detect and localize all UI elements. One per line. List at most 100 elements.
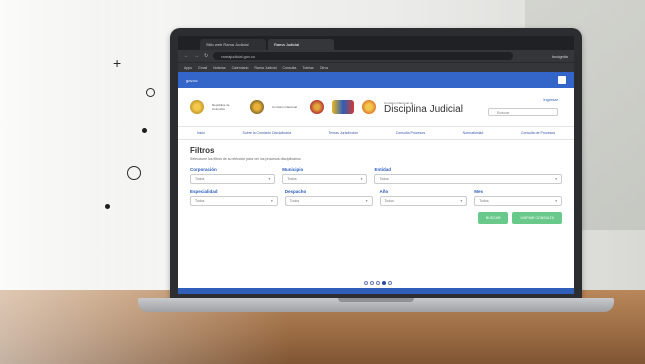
logo-text: República de Colombia <box>212 103 230 111</box>
plus-icon: + <box>113 55 122 71</box>
pager-dot[interactable] <box>364 281 368 285</box>
entidad-select[interactable]: Todos ▾ <box>374 174 562 184</box>
filter-entidad: Entidad Todos ▾ <box>374 167 562 184</box>
clear-button[interactable]: LIMPIAR CONSULTA <box>512 212 562 224</box>
bookmarks-bar: Apps Gmail Noticias Calendario Rama Judi… <box>178 62 574 72</box>
select-value: Todos <box>287 177 297 181</box>
browser-tab[interactable]: Sitio web Rama Judicial <box>200 39 266 50</box>
bookmark-item[interactable]: Gmail <box>198 66 207 70</box>
chevron-down-icon: ▾ <box>360 177 363 181</box>
search-input[interactable]: Buscar <box>488 108 558 116</box>
filter-label: Corporación <box>190 167 217 172</box>
filter-municipio: Municipio Todos ▾ <box>282 167 368 184</box>
browser-tab-active[interactable]: Rama Judicial <box>268 39 334 50</box>
filter-label: Entidad <box>374 167 391 172</box>
site-header: República de Colombia Comisión Nacional … <box>178 88 574 126</box>
filter-label: Mes <box>474 189 484 194</box>
filter-corporacion: Corporación Todos ▾ <box>190 167 276 184</box>
nav-item[interactable]: Consulta de Procesos <box>521 131 555 135</box>
chevron-down-icon: ▾ <box>555 177 557 181</box>
nav-item[interactable]: Consulta Procesos <box>396 131 425 135</box>
pager-dot[interactable] <box>376 281 380 285</box>
laptop-screen: Sitio web Rama Judicial Rama Judicial ← … <box>178 36 574 294</box>
filter-mes: Mes Todos ▾ <box>474 189 562 206</box>
select-value: Todos <box>289 199 300 203</box>
select-value: Todos <box>195 199 205 203</box>
bookmark-item[interactable]: Tutelas <box>302 66 313 70</box>
main-nav: Inicio Sobre la Comisión Disciplinaria T… <box>178 126 574 140</box>
corporacion-select[interactable]: Todos ▾ <box>190 174 276 184</box>
incognito-label: Incógnito <box>551 53 568 59</box>
judicial-seal-icon <box>310 100 324 114</box>
login-link[interactable]: Ingresar <box>543 97 558 102</box>
filter-despacho: Despacho Todos ▾ <box>284 189 373 206</box>
laptop-lid: Sitio web Rama Judicial Rama Judicial ← … <box>170 28 582 300</box>
bookmark-item[interactable]: Calendario <box>232 66 249 70</box>
filter-label: Despacho <box>284 189 307 194</box>
filters-description: Seleccione los filtros de su elección pa… <box>190 157 301 161</box>
forward-icon[interactable]: → <box>194 53 199 59</box>
back-icon[interactable]: ← <box>184 53 189 59</box>
carousel-pager <box>364 281 392 285</box>
gov-badge-icon[interactable] <box>558 76 566 84</box>
select-value: Todos <box>379 177 389 181</box>
chevron-down-icon: ▾ <box>268 177 271 181</box>
bookmark-item[interactable]: Consulta <box>283 66 297 70</box>
chevron-down-icon: ▾ <box>555 199 557 203</box>
disciplina-seal-icon <box>362 100 376 114</box>
bookmark-item[interactable]: Noticias <box>213 66 225 70</box>
filter-label: Municipio <box>282 167 304 172</box>
chevron-down-icon: ▾ <box>365 199 368 203</box>
brand-title: Disciplina Judicial <box>384 103 463 115</box>
filter-label: Año <box>379 189 389 194</box>
chevron-down-icon: ▾ <box>270 199 273 203</box>
background-light <box>0 0 180 300</box>
chevron-down-icon: ▾ <box>460 199 463 203</box>
brand-block: Comisión Nacional de Disciplina Judicial <box>384 101 463 115</box>
browser-tab-bar: Sitio web Rama Judicial Rama Judicial <box>178 36 574 50</box>
url-field[interactable]: ramajudicial.gov.co <box>213 52 514 60</box>
bookmark-item[interactable]: Rama Judicial <box>255 66 277 70</box>
commission-seal-icon <box>250 100 264 114</box>
footer-strip <box>178 288 574 294</box>
gov-bar: gov.co <box>178 72 574 88</box>
laptop-notch <box>338 298 414 302</box>
filters-title: Filtros <box>190 146 215 155</box>
colombia-seal-icon <box>190 100 204 114</box>
mes-select[interactable]: Todos ▾ <box>474 196 562 206</box>
dot-decoration <box>105 204 110 209</box>
dot-decoration <box>142 128 147 133</box>
anio-select[interactable]: Todos ▾ <box>379 196 468 206</box>
nav-item[interactable]: Sobre la Comisión Disciplinaria <box>243 131 291 135</box>
select-value: Todos <box>384 199 394 203</box>
partner-logo-icon <box>332 100 354 114</box>
filter-label: Especialidad <box>190 189 218 194</box>
ring-large-decoration <box>127 166 141 180</box>
select-value: Todos <box>479 199 489 203</box>
select-value: Todos <box>195 177 205 181</box>
browser-address-bar: ← → ↻ ramajudicial.gov.co Incógnito <box>178 50 574 62</box>
filter-row: Especialidad Todos ▾ Despacho Todos ▾ Año … <box>190 189 562 206</box>
logo-text: Comisión Nacional <box>272 105 298 109</box>
bookmark-item[interactable]: Apps <box>184 66 192 70</box>
filter-anio: Año Todos ▾ <box>379 189 468 206</box>
nav-item[interactable]: Temas Jurisdicción <box>329 131 359 135</box>
filter-row: Corporación Todos ▾ Municipio Todos ▾ Enti… <box>190 167 562 184</box>
municipio-select[interactable]: Todos ▾ <box>282 174 368 184</box>
gov-logo[interactable]: gov.co <box>186 78 198 83</box>
filter-actions: BUSCAR LIMPIAR CONSULTA <box>190 212 562 224</box>
filter-especialidad: Especialidad Todos ▾ <box>190 189 278 206</box>
pager-dot[interactable] <box>388 281 392 285</box>
reload-icon[interactable]: ↻ <box>204 53 208 59</box>
especialidad-select[interactable]: Todos ▾ <box>190 196 278 206</box>
pager-dot[interactable] <box>370 281 374 285</box>
pager-dot-active[interactable] <box>382 281 386 285</box>
ring-small-decoration <box>146 88 155 97</box>
filters-panel: Filtros Seleccione los filtros de su ele… <box>178 140 574 230</box>
bookmark-item[interactable]: Otros <box>320 66 329 70</box>
nav-item[interactable]: Normatividad <box>463 131 484 135</box>
search-button[interactable]: BUSCAR <box>477 212 509 224</box>
tab-label: Rama Judicial <box>274 42 300 47</box>
nav-item[interactable]: Inicio <box>197 131 205 135</box>
despacho-select[interactable]: Todos ▾ <box>284 196 373 206</box>
